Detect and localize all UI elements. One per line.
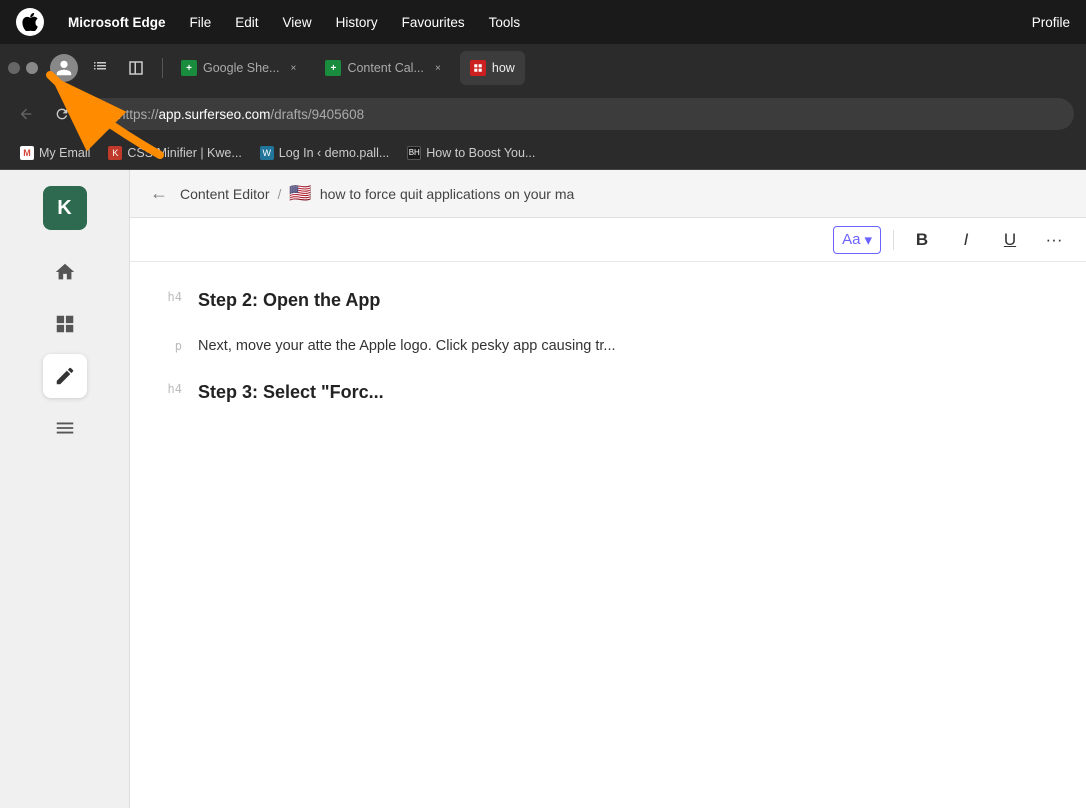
breadcrumb-flag: 🇺🇸 bbox=[289, 183, 311, 204]
gmail-favicon: M bbox=[20, 146, 34, 160]
bookmark-bh[interactable]: BH How to Boost You... bbox=[399, 142, 543, 164]
sidebar-toggle-icon[interactable] bbox=[122, 54, 150, 82]
truncation-ellipsis-2: ... bbox=[369, 382, 384, 402]
toolbar-separator-1 bbox=[893, 230, 894, 250]
kwes-favicon: K bbox=[108, 146, 122, 160]
tab-google-sheets[interactable]: + Google She... × bbox=[171, 51, 311, 85]
menu-edit[interactable]: Edit bbox=[235, 15, 258, 30]
sidebar-item-menu[interactable] bbox=[43, 406, 87, 450]
editor-text-step3[interactable]: Step 3: Select "Forc... bbox=[198, 378, 1058, 407]
google-sheets-favicon: + bbox=[181, 60, 197, 76]
bh-favicon: BH bbox=[407, 146, 421, 160]
truncation-ellipsis: ... bbox=[603, 338, 615, 354]
tab-content-cal-label: Content Cal... bbox=[347, 61, 423, 75]
breadcrumb-doc-title: how to force quit applications on your m… bbox=[320, 186, 574, 202]
browser-chrome: + Google She... × + Content Cal... × how bbox=[0, 44, 1086, 170]
refresh-button[interactable] bbox=[48, 100, 76, 128]
bookmark-wordpress[interactable]: W Log In ‹ demo.pall... bbox=[252, 142, 397, 164]
row-tag-h4: h4 bbox=[158, 286, 182, 304]
bold-button[interactable]: B bbox=[906, 224, 938, 256]
app-name[interactable]: Microsoft Edge bbox=[68, 15, 166, 30]
more-options-button[interactable]: ··· bbox=[1038, 224, 1070, 256]
window-minimize-button[interactable] bbox=[26, 62, 38, 74]
window-close-button[interactable] bbox=[8, 62, 20, 74]
row-tag-p: p bbox=[158, 335, 182, 353]
sidebar-item-grid[interactable] bbox=[43, 302, 87, 346]
row-tag-h4-2: h4 bbox=[158, 378, 182, 396]
menu-view[interactable]: View bbox=[283, 15, 312, 30]
editor-row-h4-step2: h4 Step 2: Open the App bbox=[158, 286, 1058, 315]
url-text: https://app.surferseo.com/drafts/9405608 bbox=[118, 107, 364, 122]
menu-file[interactable]: File bbox=[190, 15, 212, 30]
editor-row-h4-step3: h4 Step 3: Select "Forc... bbox=[158, 378, 1058, 407]
editor-text-paragraph[interactable]: Next, move your atte the Apple logo. Cli… bbox=[198, 335, 1058, 358]
bookmark-kwes[interactable]: K CSS Minifier | Kwe... bbox=[100, 142, 249, 164]
address-bar: https://app.surferseo.com/drafts/9405608 bbox=[0, 92, 1086, 136]
breadcrumb-back-button[interactable]: ← bbox=[150, 183, 168, 204]
breadcrumb-content-editor: Content Editor bbox=[180, 186, 270, 202]
apple-logo-icon[interactable] bbox=[16, 8, 44, 36]
sidebar-item-home[interactable] bbox=[43, 250, 87, 294]
menu-bar: Microsoft Edge File Edit View History Fa… bbox=[0, 0, 1086, 44]
bookmark-kwes-label: CSS Minifier | Kwe... bbox=[127, 146, 241, 160]
tab-google-sheets-close[interactable]: × bbox=[285, 60, 301, 76]
bookmark-gmail-label: My Email bbox=[39, 146, 90, 160]
url-bar[interactable]: https://app.surferseo.com/drafts/9405608 bbox=[84, 98, 1074, 130]
tab-bar-separator bbox=[162, 58, 163, 78]
editor-text-step2[interactable]: Step 2: Open the App bbox=[198, 286, 1058, 315]
tab-bar: + Google She... × + Content Cal... × how bbox=[0, 44, 1086, 92]
profile-avatar[interactable] bbox=[50, 54, 78, 82]
lock-icon bbox=[98, 106, 110, 123]
tab-google-sheets-label: Google She... bbox=[203, 61, 279, 75]
menu-favourites[interactable]: Favourites bbox=[402, 15, 465, 30]
italic-button[interactable]: I bbox=[950, 224, 982, 256]
breadcrumb-separator: / bbox=[278, 186, 282, 202]
menu-history[interactable]: History bbox=[336, 15, 378, 30]
sidebar: K bbox=[0, 170, 130, 808]
back-button[interactable] bbox=[12, 100, 40, 128]
bookmark-wp-label: Log In ‹ demo.pall... bbox=[279, 146, 389, 160]
main-content: ← Content Editor / 🇺🇸 how to force quit … bbox=[130, 170, 1086, 808]
how-to-favicon bbox=[470, 60, 486, 76]
menu-profile[interactable]: Profile bbox=[1032, 15, 1070, 30]
content-cal-favicon: + bbox=[325, 60, 341, 76]
editor-row-p: p Next, move your atte the Apple logo. C… bbox=[158, 335, 1058, 358]
underline-button[interactable]: U bbox=[994, 224, 1026, 256]
bookmarks-bar: M My Email K CSS Minifier | Kwe... W Log… bbox=[0, 136, 1086, 170]
menu-tools[interactable]: Tools bbox=[489, 15, 521, 30]
sidebar-logo[interactable]: K bbox=[43, 186, 87, 230]
tab-content-cal-close[interactable]: × bbox=[430, 60, 446, 76]
tab-how-to[interactable]: how bbox=[460, 51, 525, 85]
tab-content-cal[interactable]: + Content Cal... × bbox=[315, 51, 455, 85]
bookmark-bh-label: How to Boost You... bbox=[426, 146, 535, 160]
editor-toolbar: Aa ▾ B I U ··· bbox=[130, 218, 1086, 262]
bookmark-gmail[interactable]: M My Email bbox=[12, 142, 98, 164]
sidebar-item-editor[interactable] bbox=[43, 354, 87, 398]
wp-favicon: W bbox=[260, 146, 274, 160]
breadcrumb-bar: ← Content Editor / 🇺🇸 how to force quit … bbox=[130, 170, 1086, 218]
collections-icon[interactable] bbox=[86, 54, 114, 82]
page-area: K ← Content Editor / 🇺🇸 how to force qui… bbox=[0, 170, 1086, 808]
font-size-label: Aa bbox=[842, 231, 860, 248]
tab-how-to-label: how bbox=[492, 61, 515, 75]
editor-content[interactable]: h4 Step 2: Open the App p Next, move you… bbox=[130, 262, 1086, 808]
chevron-down-icon: ▾ bbox=[864, 231, 872, 249]
window-controls bbox=[8, 62, 38, 74]
font-size-button[interactable]: Aa ▾ bbox=[833, 226, 881, 254]
